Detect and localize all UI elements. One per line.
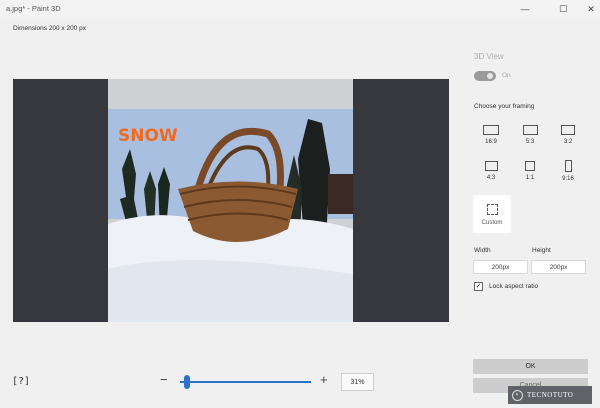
close-button[interactable]: ✕ bbox=[576, 0, 600, 18]
framing-custom[interactable]: Custom bbox=[473, 195, 511, 233]
height-label: Height bbox=[532, 247, 551, 254]
toggle-knob bbox=[487, 73, 493, 79]
canvas-area[interactable]: SNOW bbox=[13, 79, 449, 322]
watermark-logo: ◐ TECNOTUTO bbox=[508, 386, 592, 404]
ok-button[interactable]: OK bbox=[473, 359, 588, 374]
dimensions-label: Dimensions 200 x 200 px bbox=[13, 25, 86, 32]
window-title: a.jpg* - Paint 3D bbox=[6, 4, 61, 13]
framing-3-2[interactable]: 3:2 bbox=[550, 124, 586, 160]
framing-label: Choose your framing bbox=[474, 103, 535, 110]
rect-4-3-icon bbox=[484, 161, 498, 171]
square-1-1-icon bbox=[525, 161, 535, 171]
framing-1-1-label: 1:1 bbox=[525, 175, 535, 181]
zoom-slider[interactable] bbox=[180, 381, 311, 383]
canvas-image[interactable]: SNOW bbox=[108, 79, 353, 322]
maximize-button[interactable]: ☐ bbox=[548, 0, 578, 18]
lock-aspect-ratio-label: Lock aspect ratio bbox=[489, 283, 539, 290]
snow-text[interactable]: SNOW bbox=[118, 126, 178, 146]
framing-4-3-label: 4:3 bbox=[486, 175, 496, 181]
snow-basket-photo: SNOW bbox=[108, 79, 353, 322]
framing-16-9-label: 16:9 bbox=[485, 139, 497, 145]
minimize-button[interactable]: — bbox=[510, 0, 540, 18]
width-label: Width bbox=[474, 247, 491, 254]
rect-3-2-icon bbox=[561, 125, 575, 135]
framing-16-9[interactable]: 16:9 bbox=[473, 124, 509, 160]
watermark-icon: ◐ bbox=[512, 389, 523, 401]
framing-9-16[interactable]: 9:16 bbox=[550, 160, 586, 196]
toggle-label: On bbox=[502, 72, 511, 79]
height-input[interactable]: 200px bbox=[531, 260, 586, 274]
framing-4-3[interactable]: 4:3 bbox=[473, 160, 509, 196]
framing-3-2-label: 3:2 bbox=[563, 139, 573, 145]
zoom-level-field[interactable]: 31% bbox=[341, 373, 374, 391]
custom-frame-icon bbox=[486, 204, 498, 215]
rect-16-9-icon bbox=[483, 125, 499, 135]
canvas-settings-panel: 3D View On Choose your framing 16:9 5:3 … bbox=[462, 18, 600, 408]
framing-5-3[interactable]: 5:3 bbox=[512, 124, 548, 160]
3d-view-title: 3D View bbox=[474, 52, 504, 61]
zoom-out-button[interactable]: − bbox=[160, 372, 168, 387]
lock-aspect-ratio-checkbox[interactable]: ✓ bbox=[474, 282, 483, 291]
paint-3d-window: a.jpg* - Paint 3D — ☐ ✕ Dimensions 200 x… bbox=[0, 0, 600, 408]
rect-5-3-icon bbox=[522, 125, 538, 135]
fit-to-screen-icon[interactable]: [?] bbox=[12, 376, 30, 387]
title-bar: a.jpg* - Paint 3D — ☐ ✕ bbox=[0, 0, 600, 18]
watermark-text: TECNOTUTO bbox=[527, 391, 574, 399]
framing-5-3-label: 5:3 bbox=[525, 139, 535, 145]
zoom-slider-thumb[interactable] bbox=[183, 375, 190, 389]
rect-9-16-icon bbox=[564, 160, 572, 172]
width-input[interactable]: 200px bbox=[473, 260, 528, 274]
framing-1-1[interactable]: 1:1 bbox=[512, 160, 548, 196]
3d-view-toggle[interactable] bbox=[474, 71, 496, 81]
framing-9-16-label: 9:16 bbox=[562, 176, 574, 182]
zoom-in-button[interactable]: + bbox=[320, 372, 328, 387]
framing-custom-label: Custom bbox=[481, 220, 503, 226]
